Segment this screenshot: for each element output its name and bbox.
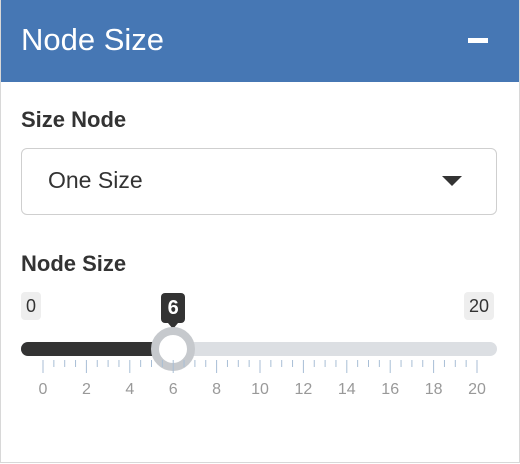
tick-label: 14: [337, 381, 356, 398]
tick-label: 4: [125, 381, 135, 398]
tick-label: 20: [468, 381, 486, 398]
tick-label: 8: [212, 381, 222, 398]
tick-label: 10: [251, 381, 269, 398]
tick-label: 0: [38, 381, 48, 398]
tick-label: 16: [381, 381, 400, 398]
tick-label: 6: [168, 381, 178, 398]
tick-label: 12: [294, 381, 313, 398]
tick-label: 18: [424, 381, 443, 398]
tick-label: 2: [81, 381, 91, 398]
node-size-panel: Node Size Size Node One Size Node Size 0…: [0, 0, 520, 463]
